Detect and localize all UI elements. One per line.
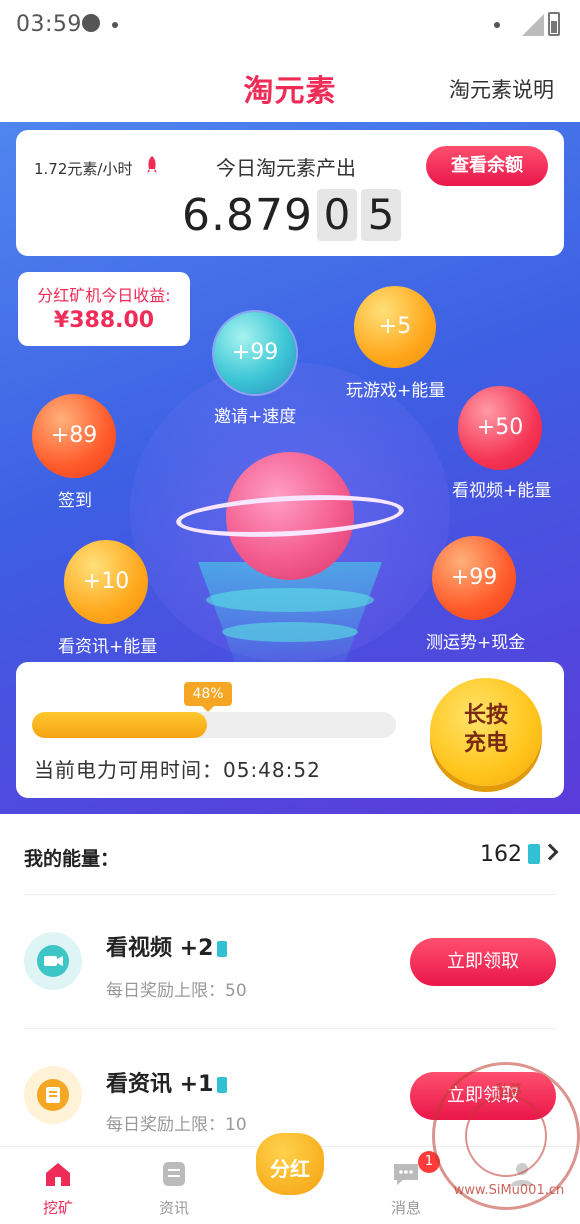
signal-icon [522, 14, 544, 36]
watermark-label: 私募 [495, 1083, 522, 1098]
energy-label: 我的能量： [24, 848, 120, 870]
rocket-icon [147, 156, 157, 173]
help-link[interactable]: 淘元素说明 [449, 74, 554, 104]
message-icon [394, 1164, 418, 1185]
watermark-stamp: 私募 www.SiMu001.cn [432, 1062, 580, 1210]
power-progress-fill [32, 712, 207, 738]
news-bubble-label: 看资讯+能量 [58, 637, 158, 657]
counter-digit: 0 [316, 189, 357, 241]
mining-hero: 1.72元素/小时 今日淘元素产出 查看余额 6.879 0 5 分红矿机今日收… [0, 122, 580, 814]
watermark-logo [465, 1095, 547, 1177]
notification-dot-icon [494, 22, 500, 28]
watermark-url: www.SiMu001.cn [453, 1183, 565, 1198]
battery-icon [528, 844, 540, 864]
game-bubble-label: 玩游戏+能量 [346, 381, 446, 401]
task-subtitle: 每日奖励上限：10 [106, 1115, 247, 1135]
battery-icon [217, 941, 228, 957]
dividend-card[interactable]: 分红矿机今日收益: ¥388.00 [18, 272, 190, 346]
battery-icon [548, 12, 560, 36]
beam-disc [222, 622, 358, 642]
globe-icon [82, 14, 100, 32]
task-watch-video: 看视频 +2 每日奖励上限：50 立即领取 [0, 896, 580, 1026]
power-progress-bar [32, 712, 396, 738]
claim-button[interactable]: 立即领取 [410, 938, 556, 986]
news-icon [24, 1066, 82, 1124]
charge-button[interactable]: 长按 充电 [430, 678, 542, 786]
invite-bubble[interactable]: +99 [214, 312, 296, 394]
dividend-value: ¥388.00 [53, 308, 155, 333]
progress-badge: 48% [184, 682, 232, 712]
notification-dot-icon [112, 22, 118, 28]
video-icon [24, 932, 82, 990]
check-balance-button[interactable]: 查看余额 [426, 146, 548, 186]
tab-dividend[interactable]: 分红 [232, 1133, 348, 1224]
counter-digit: 5 [360, 189, 401, 241]
tab-label: 挖矿 [42, 1199, 73, 1217]
chevron-right-icon [541, 843, 559, 861]
signin-bubble-label: 签到 [58, 491, 92, 511]
task-subtitle: 每日奖励上限：50 [106, 981, 247, 1001]
fortune-bubble[interactable]: +99 [432, 536, 516, 620]
status-time: 03:59 [16, 12, 82, 37]
money-bag-icon: 分红 [256, 1133, 324, 1195]
charge-button-label: 长按 充电 [463, 703, 508, 756]
mining-rate: 1.72元素/小时 [34, 160, 133, 178]
output-counter: 6.879 0 5 [182, 188, 401, 242]
game-bubble[interactable]: +5 [354, 286, 436, 368]
output-label: 今日淘元素产出 [216, 156, 356, 180]
status-bar: 03:59 [0, 0, 580, 50]
divider [24, 894, 556, 895]
document-icon [46, 1087, 60, 1103]
power-card: 48% 当前电力可用时间：05:48:52 长按 充电 [16, 662, 564, 798]
news-icon [163, 1162, 185, 1186]
tab-label: 消息 [390, 1199, 421, 1217]
battery-icon [217, 1077, 228, 1093]
home-icon [46, 1163, 70, 1186]
invite-bubble-label: 邀请+速度 [214, 407, 297, 427]
tab-label: 资讯 [158, 1199, 189, 1217]
beam-disc [206, 588, 374, 612]
energy-value: 162 [480, 842, 522, 867]
my-energy-row[interactable]: 我的能量： 162 [0, 814, 580, 896]
fortune-bubble-label: 测运势+现金 [426, 633, 526, 653]
news-bubble[interactable]: +10 [64, 540, 148, 624]
signin-bubble[interactable]: +89 [32, 394, 116, 478]
power-time-label: 当前电力可用时间：05:48:52 [34, 758, 321, 782]
camera-icon [44, 956, 63, 966]
header: 淘元素 淘元素说明 [0, 50, 580, 122]
tab-mining[interactable]: 挖矿 [0, 1147, 116, 1224]
task-title: 看视频 +2 [106, 930, 228, 962]
output-card: 1.72元素/小时 今日淘元素产出 查看余额 6.879 0 5 [16, 130, 564, 256]
tab-news[interactable]: 资讯 [116, 1147, 232, 1224]
tab-label: 分红 [270, 1157, 310, 1181]
divider [24, 1028, 556, 1029]
video-bubble-label: 看视频+能量 [452, 481, 552, 501]
task-title: 看资讯 +1 [106, 1066, 228, 1098]
counter-main: 6.879 [182, 189, 313, 241]
video-bubble[interactable]: +50 [458, 386, 542, 470]
dividend-label: 分红矿机今日收益: [37, 286, 171, 305]
